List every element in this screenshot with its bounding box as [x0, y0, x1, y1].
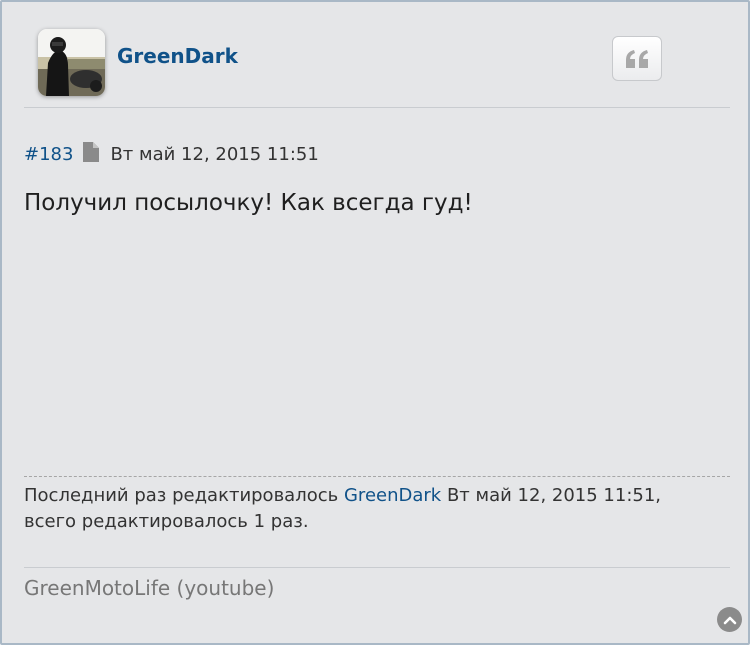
post-author-link[interactable]: GreenDark [117, 44, 238, 68]
post-content: Получил посылочку! Как всегда гуд! [24, 190, 473, 216]
avatar-image [38, 29, 105, 96]
edit-notice: Последний раз редактировалось GreenDark … [24, 483, 734, 535]
chevron-up-circle-icon [723, 616, 736, 624]
edit-divider [24, 476, 730, 477]
post-date: Вт май 12, 2015 11:51 [110, 143, 319, 165]
quote-icon [626, 49, 648, 68]
header-divider [24, 107, 730, 108]
post-panel: GreenDark #183 Вт май 12, 2015 11:51 Пол… [0, 0, 750, 645]
edit-notice-prefix: Последний раз редактировалось [24, 485, 339, 506]
edit-notice-date: Вт май 12, 2015 11:51, [446, 485, 662, 506]
avatar[interactable] [38, 29, 105, 96]
edit-notice-count: всего редактировалось 1 раз. [24, 511, 309, 532]
post-meta: #183 Вт май 12, 2015 11:51 [24, 141, 319, 168]
signature-divider [24, 567, 730, 568]
edit-user-link[interactable]: GreenDark [344, 485, 441, 506]
quote-button[interactable] [612, 36, 662, 81]
back-to-top-button[interactable] [717, 607, 742, 632]
post-number-link[interactable]: #183 [24, 144, 73, 165]
document-icon[interactable] [82, 141, 100, 168]
signature: GreenMotoLife (youtube) [24, 576, 275, 600]
